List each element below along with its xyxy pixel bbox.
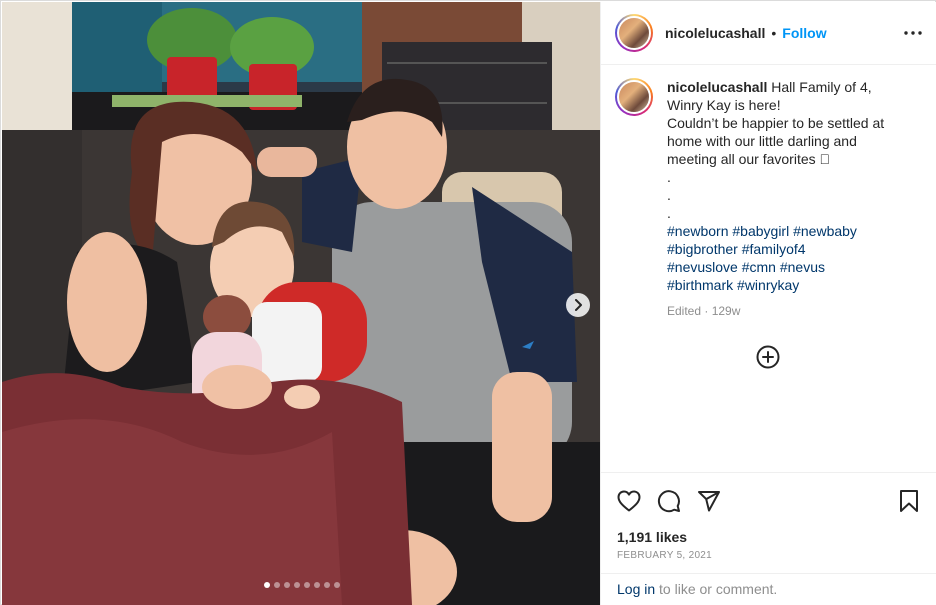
carousel-dot: [324, 582, 330, 588]
save-button[interactable]: [897, 489, 921, 513]
login-prompt: Log in to like or comment.: [601, 573, 936, 605]
bookmark-icon: [900, 490, 918, 512]
follow-button[interactable]: Follow: [782, 25, 826, 41]
like-button[interactable]: [617, 489, 641, 513]
caption-avatar[interactable]: [615, 78, 653, 116]
post-header: nicolelucashall • Follow: [601, 2, 936, 65]
hashtag-link[interactable]: #winrykay: [737, 277, 799, 293]
carousel-indicator: [264, 582, 340, 588]
hashtag-line: #bigbrother #familyof4: [667, 240, 884, 258]
carousel-dot: [304, 582, 310, 588]
carousel-dot: [334, 582, 340, 588]
edited-timestamp: Edited · 129w: [667, 304, 741, 318]
hashtag-link[interactable]: #birthmark: [667, 277, 733, 293]
likes-count[interactable]: 1,191 likes: [617, 529, 921, 545]
hashtag-block: #newborn #babygirl #newbaby #bigbrother #…: [667, 222, 884, 294]
carousel-dot: [284, 582, 290, 588]
comment-icon: [657, 490, 680, 513]
share-button[interactable]: [697, 489, 721, 513]
post-caption: nicolelucashall Hall Family of 4, Winry …: [615, 78, 925, 320]
caption-line: .: [667, 187, 671, 203]
load-more-comments-button[interactable]: [756, 345, 780, 369]
hashtag-link[interactable]: #bigbrother: [667, 241, 738, 257]
hashtag-link[interactable]: #newbaby: [793, 223, 857, 239]
hashtag-link[interactable]: #cmn: [742, 259, 776, 275]
caption-line: Couldn’t be happier to be settled at: [667, 115, 885, 131]
login-prompt-text: to like or comment.: [655, 581, 778, 597]
chevron-right-icon: [575, 299, 582, 311]
plus-circle-icon: [756, 345, 780, 369]
comment-button[interactable]: [657, 489, 681, 513]
carousel-dot: [314, 582, 320, 588]
caption-username[interactable]: nicolelucashall: [667, 79, 767, 95]
header-separator: •: [771, 25, 777, 41]
hashtag-link[interactable]: #nevuslove: [667, 259, 738, 275]
caption-line: meeting all our favorites 🏾: [667, 151, 831, 167]
caption-line: .: [667, 169, 671, 185]
hashtag-link[interactable]: #familyof4: [742, 241, 806, 257]
caption-line: .: [667, 205, 671, 221]
post-actions: 1,191 likes FEBRUARY 5, 2021: [601, 472, 936, 561]
action-icon-row: [617, 487, 921, 515]
post-frame: nicolelucashall • Follow nicolelucashall…: [0, 0, 936, 605]
hashtag-line: #newborn #babygirl #newbaby: [667, 222, 884, 240]
hashtag-line: #birthmark #winrykay: [667, 276, 884, 294]
caption-line: home with our little darling and: [667, 133, 857, 149]
hashtag-line: #nevuslove #cmn #nevus: [667, 258, 884, 276]
more-options-button[interactable]: [904, 31, 922, 35]
carousel-dot: [264, 582, 270, 588]
caption-body: nicolelucashall Hall Family of 4, Winry …: [667, 78, 884, 320]
avatar[interactable]: [615, 14, 653, 52]
more-horizontal-icon: [904, 31, 922, 35]
family-photo: [2, 2, 600, 605]
share-icon: [698, 491, 720, 512]
caption-line: nicolelucashall Hall Family of 4,: [667, 79, 872, 95]
heart-icon: [617, 490, 641, 512]
header-username[interactable]: nicolelucashall: [665, 25, 765, 41]
carousel-dot: [294, 582, 300, 588]
login-link[interactable]: Log in: [617, 581, 655, 597]
carousel-next-button[interactable]: [566, 293, 590, 317]
post-photo[interactable]: [2, 2, 600, 605]
carousel-dot: [274, 582, 280, 588]
hashtag-link[interactable]: #newborn: [667, 223, 729, 239]
hashtag-link[interactable]: #babygirl: [732, 223, 789, 239]
hashtag-link[interactable]: #nevus: [780, 259, 825, 275]
post-side-panel: nicolelucashall • Follow nicolelucashall…: [600, 2, 936, 605]
post-date[interactable]: FEBRUARY 5, 2021: [617, 550, 921, 561]
caption-line: Winry Kay is here!: [667, 97, 781, 113]
